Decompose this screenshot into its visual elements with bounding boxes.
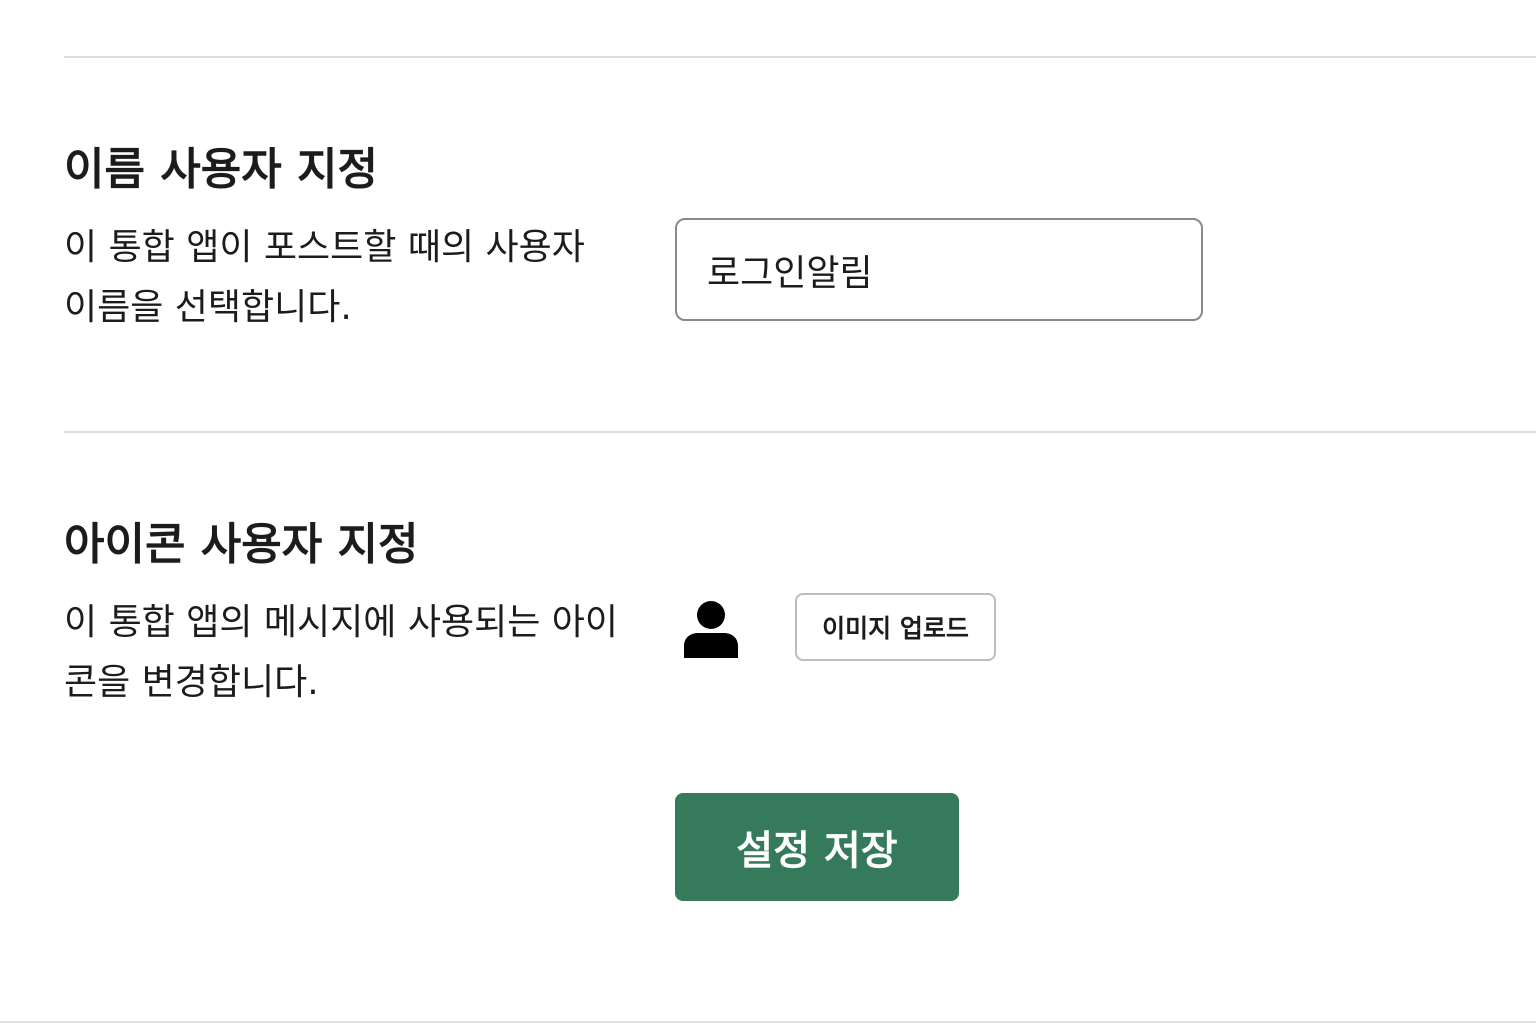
name-section-description: 이 통합 앱이 포스트할 때의 사용자 이름을 선택합니다. [64, 227, 585, 328]
icon-section-title: 아이콘 사용자 지정 [64, 519, 419, 570]
upload-image-button[interactable]: 이미지 업로드 [795, 593, 996, 661]
name-section-title: 이름 사용자 지정 [64, 144, 378, 195]
user-silhouette-icon [684, 601, 738, 658]
bottom-divider [0, 1021, 1536, 1023]
icon-section-description: 이 통합 앱의 메시지에 사용되는 아이콘을 변경합니다. [64, 602, 619, 703]
top-divider [64, 56, 1536, 58]
save-settings-button[interactable]: 설정 저장 [675, 793, 959, 901]
username-input[interactable] [675, 218, 1203, 321]
section-divider [64, 431, 1536, 433]
